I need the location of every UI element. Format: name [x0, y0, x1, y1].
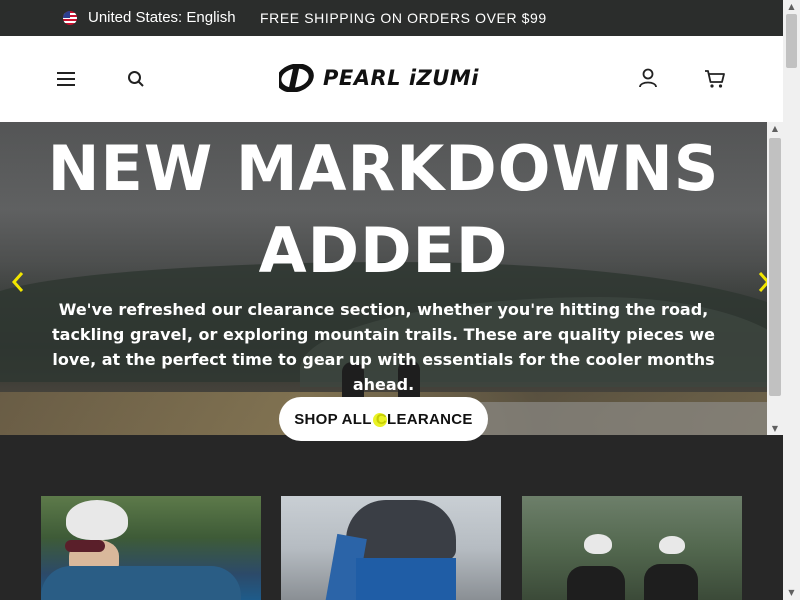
category-card-image[interactable]	[522, 496, 742, 600]
hero-scroll-up-icon[interactable]: ▲	[770, 124, 780, 133]
cyclist-jacket	[41, 566, 241, 600]
free-shipping-promo: FREE SHIPPING ON ORDERS OVER $99	[260, 10, 547, 26]
hero-title-line-2: ADDED	[258, 214, 509, 287]
hero-prev-arrow-icon[interactable]	[8, 270, 28, 294]
category-card-image[interactable]	[41, 496, 261, 600]
mouse-cursor-indicator	[373, 413, 387, 427]
cyclist-helmet	[659, 536, 685, 554]
announcement-bar: United States: English FREE SHIPPING ON …	[0, 0, 783, 36]
cyclist-jersey	[567, 566, 625, 600]
logo-wordmark: PEARL iZUMi	[323, 66, 479, 90]
page-scrollbar-thumb[interactable]	[786, 14, 797, 68]
cyclist-sunglasses	[65, 540, 105, 552]
cyclist-jersey	[644, 564, 698, 600]
cyclist-helmet	[66, 500, 128, 540]
shopping-cart-icon[interactable]	[703, 67, 727, 91]
hero-title-line-1: NEW MARKDOWNS	[47, 132, 720, 205]
cyclist-jersey	[356, 558, 456, 600]
hero-scroll-down-icon[interactable]: ▼	[770, 424, 780, 433]
page-scroll-down-icon[interactable]: ▼	[787, 588, 796, 598]
page-scrollbar[interactable]	[783, 0, 800, 600]
hero-scrollbar-thumb[interactable]	[769, 138, 781, 396]
hero-description: We've refreshed our clearance section, w…	[52, 300, 715, 394]
hero-background-road	[438, 402, 767, 435]
pearl-izumi-logo[interactable]: PEARL iZUMi	[279, 64, 479, 92]
hero-title: NEW MARKDOWNS ADDED	[0, 128, 767, 292]
hamburger-menu-icon[interactable]	[54, 67, 78, 91]
category-card-image[interactable]	[281, 496, 501, 600]
us-flag-icon	[63, 11, 77, 25]
locale-selector[interactable]: United States: English	[88, 9, 236, 26]
user-account-icon[interactable]	[636, 66, 660, 90]
search-icon[interactable]	[124, 67, 148, 91]
cyclist-helmet	[584, 534, 612, 554]
page-scroll-up-icon[interactable]: ▲	[787, 2, 796, 12]
pearl-izumi-logo-mark-icon	[279, 64, 314, 92]
